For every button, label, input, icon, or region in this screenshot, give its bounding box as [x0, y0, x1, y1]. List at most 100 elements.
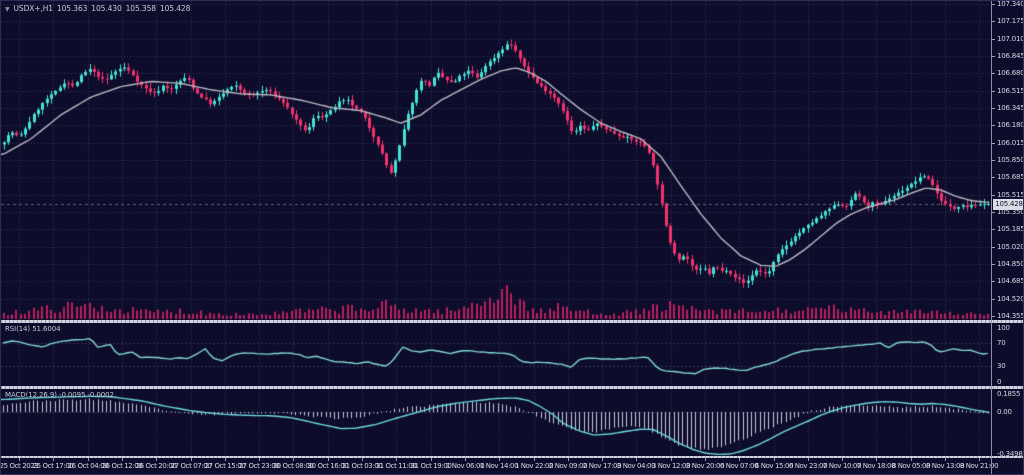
time-axis-label: 6 Nov 07:00 — [720, 462, 758, 470]
price-axis-tick — [992, 39, 995, 40]
price-axis-tick — [992, 125, 995, 126]
macd-scale-label: 0.00 — [997, 408, 1012, 416]
price-axis-label: 105.185 — [997, 225, 1024, 233]
time-axis-label: 3 Nov 04:00 — [617, 462, 655, 470]
macd-chart-canvas[interactable] — [1, 389, 991, 456]
time-axis-label: 1 Nov 06:00 — [446, 462, 484, 470]
price-axis-label: 106.515 — [997, 87, 1024, 95]
rsi-scale-label: 0 — [997, 378, 1001, 386]
time-axis-label: 6 Nov 23:00 — [789, 462, 827, 470]
time-axis[interactable]: 25 Oct 202325 Oct 17:0026 Oct 04:0026 Oc… — [1, 458, 991, 475]
time-axis-tick — [945, 458, 946, 461]
macd-scale-label: 0.1855 — [997, 390, 1020, 398]
triangle-down-icon[interactable]: ▼ — [5, 6, 10, 13]
price-axis-label: 105.350 — [997, 208, 1024, 216]
time-axis-tick — [88, 458, 89, 461]
time-axis-label: 6 Nov 15:00 — [755, 462, 793, 470]
price-axis-tick — [992, 195, 995, 196]
time-axis-tick — [362, 458, 363, 461]
time-axis-tick — [122, 458, 123, 461]
time-axis-tick — [293, 458, 294, 461]
time-axis-tick — [328, 458, 329, 461]
time-axis-tick — [156, 458, 157, 461]
rsi-chart-canvas[interactable] — [1, 323, 991, 386]
time-axis-tick — [568, 458, 569, 461]
price-panel[interactable] — [1, 1, 991, 320]
time-axis-tick — [225, 458, 226, 461]
price-axis-label: 107.340 — [997, 0, 1024, 8]
price-axis-tick — [992, 264, 995, 265]
time-axis-tick — [808, 458, 809, 461]
rsi-panel[interactable] — [1, 323, 991, 386]
price-axis-tick — [992, 73, 995, 74]
price-axis-label: 107.010 — [997, 35, 1024, 43]
time-axis-label: 1 Nov 22:00 — [515, 462, 553, 470]
price-axis-label: 105.515 — [997, 191, 1024, 199]
price-axis-tick — [992, 4, 995, 5]
price-chart-canvas[interactable] — [1, 1, 991, 320]
time-axis-label: 7 Nov 10:00 — [823, 462, 861, 470]
macd-name: MACD(12,26,9) — [5, 391, 57, 399]
price-axis-label: 104.850 — [997, 260, 1024, 268]
time-axis-tick — [602, 458, 603, 461]
time-axis-label: 7 Nov 18:00 — [857, 462, 895, 470]
time-axis-tick — [465, 458, 466, 461]
rsi-value: 51.6004 — [32, 325, 60, 333]
price-axis-label: 106.845 — [997, 52, 1024, 60]
time-axis-label: 3 Nov 12:00 — [652, 462, 690, 470]
time-axis-label: 3 Nov 20:00 — [686, 462, 724, 470]
price-axis-label: 106.180 — [997, 121, 1024, 129]
time-axis-tick — [191, 458, 192, 461]
price-axis-tick — [992, 177, 995, 178]
price-axis-tick — [992, 299, 995, 300]
time-axis-tick — [911, 458, 912, 461]
price-axis-label: 105.685 — [997, 173, 1024, 181]
price-axis-label: 106.345 — [997, 104, 1024, 112]
price-axis-tick — [992, 160, 995, 161]
price-axis-tick — [992, 21, 995, 22]
price-axis-label: 106.015 — [997, 139, 1024, 147]
price-axis-label: 107.175 — [997, 17, 1024, 25]
price-axis-label: 104.520 — [997, 295, 1024, 303]
time-axis-tick — [842, 458, 843, 461]
price-axis-label: 105.850 — [997, 156, 1024, 164]
chart-title: ▼USDX+,H1105.363105.430105.358105.428 — [5, 4, 194, 13]
macd-scale-label: -0.3498 — [997, 450, 1023, 458]
price-axis-label: 104.355 — [997, 312, 1024, 320]
price-axis-label: 105.020 — [997, 243, 1024, 251]
time-axis-tick — [53, 458, 54, 461]
macd-label: MACD(12,26,9) -0.0095 -0.0002 — [5, 391, 114, 399]
price-axis-tick — [992, 91, 995, 92]
time-axis-tick — [705, 458, 706, 461]
time-axis-label: 8 Nov 13:00 — [926, 462, 964, 470]
time-axis-label: 1 Nov 14:00 — [480, 462, 518, 470]
time-axis-tick — [774, 458, 775, 461]
time-axis-tick — [979, 458, 980, 461]
price-axis-tick — [992, 108, 995, 109]
time-axis-tick — [671, 458, 672, 461]
rsi-scale-label: 100 — [997, 324, 1010, 332]
price-axis-column[interactable]: 105.428 107.340107.175107.010106.845106.… — [991, 1, 1024, 475]
rsi-label: RSI(14) 51.6004 — [5, 325, 60, 333]
price-axis-tick — [992, 212, 995, 213]
time-axis-tick — [396, 458, 397, 461]
time-axis-label: 2 Nov 09:00 — [549, 462, 587, 470]
price-axis-tick — [992, 56, 995, 57]
macd-panel[interactable] — [1, 389, 991, 456]
time-axis-tick — [636, 458, 637, 461]
price-axis-tick — [992, 281, 995, 282]
price-axis-tick — [992, 229, 995, 230]
time-axis-tick — [876, 458, 877, 461]
symbol-period-label: USDX+,H1 — [14, 4, 53, 13]
rsi-name: RSI(14) — [5, 325, 30, 333]
time-axis-tick — [739, 458, 740, 461]
price-axis-tick — [992, 247, 995, 248]
rsi-scale-label: 30 — [997, 362, 1006, 370]
price-axis-tick — [992, 143, 995, 144]
time-axis-tick — [259, 458, 260, 461]
time-axis-label: 2 Nov 17:00 — [583, 462, 621, 470]
close-value: 105.428 — [160, 4, 190, 13]
trading-chart-window: ▼USDX+,H1105.363105.430105.358105.428 RS… — [0, 0, 1024, 475]
high-value: 105.430 — [91, 4, 121, 13]
rsi-scale-label: 70 — [997, 339, 1006, 347]
